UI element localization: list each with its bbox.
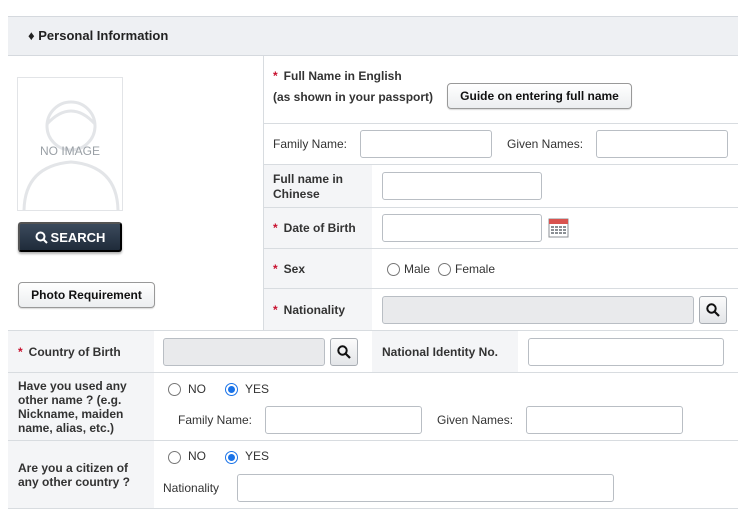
dob-label: * Date of Birth [273, 221, 356, 235]
section-title: ♦ Personal Information [28, 28, 168, 43]
photo-requirement-button[interactable]: Photo Requirement [18, 282, 155, 308]
other-citizen-no-label: NO [188, 449, 206, 463]
nationality-label-text: Nationality [283, 303, 346, 317]
country-of-birth-label: * Country of Birth [18, 345, 121, 359]
nationality-label: * Nationality [273, 303, 345, 317]
given-names-input[interactable] [596, 130, 728, 158]
photo-placeholder: NO IMAGE [17, 77, 123, 211]
country-of-birth-search-button[interactable] [330, 338, 358, 366]
family-name-label: Family Name: [273, 137, 348, 151]
country-of-birth-input[interactable] [163, 338, 325, 366]
chinese-name-label-line2: Chinese [273, 187, 320, 201]
dob-input[interactable] [382, 214, 542, 242]
given-names-label: Given Names: [507, 137, 584, 151]
other-family-name-input[interactable] [265, 406, 422, 434]
chinese-name-label-line1: Full name in [273, 172, 344, 186]
national-id-label: National Identity No. [382, 345, 499, 359]
section-bullet: ♦ [28, 28, 35, 43]
chinese-name-input[interactable] [382, 172, 542, 200]
full-name-label-line1: Full Name in English [283, 69, 402, 83]
nationality-search-button[interactable] [699, 296, 727, 324]
other-name-question-line1: Have you used any [18, 379, 127, 393]
search-icon [337, 345, 351, 359]
other-citizen-question-line2: any other country ? [18, 475, 131, 489]
full-name-label: * Full Name in English [273, 69, 402, 83]
other-family-name-label: Family Name: [178, 413, 253, 427]
other-name-question-line2: other name ? (e.g. [18, 393, 122, 407]
sex-label: * Sex [273, 262, 305, 276]
divider [263, 123, 738, 124]
no-image-text: NO IMAGE [40, 144, 101, 158]
other-name-no-label: NO [188, 382, 206, 396]
other-given-names-input[interactable] [526, 406, 683, 434]
required-marker: * [273, 221, 278, 235]
other-given-names-label: Given Names: [437, 413, 514, 427]
sex-male-radio[interactable] [387, 263, 400, 276]
other-citizen-yes-radio[interactable] [225, 451, 238, 464]
other-name-question-line4: name, alias, etc.) [18, 421, 115, 435]
sex-male-label: Male [404, 262, 431, 276]
required-marker: * [18, 345, 23, 359]
other-name-yes-radio[interactable] [225, 383, 238, 396]
other-nationality-input[interactable] [237, 474, 614, 502]
sex-female-label: Female [455, 262, 496, 276]
dob-label-text: Date of Birth [283, 221, 356, 235]
required-marker: * [273, 69, 278, 83]
other-name-question-line3: Nickname, maiden [18, 407, 124, 421]
required-marker: * [273, 303, 278, 317]
sex-female-radio[interactable] [438, 263, 451, 276]
guide-full-name-button[interactable]: Guide on entering full name [447, 83, 632, 109]
section-header: ♦ Personal Information [8, 16, 738, 56]
other-citizen-question-line1: Are you a citizen of [18, 461, 129, 475]
other-name-no-radio[interactable] [168, 383, 181, 396]
full-name-hint: (as shown in your passport) [273, 90, 434, 104]
other-citizen-no-radio[interactable] [168, 451, 181, 464]
other-name-yes-label: YES [245, 382, 270, 396]
national-id-input[interactable] [528, 338, 724, 366]
search-photo-button[interactable]: SEARCH [18, 222, 122, 252]
other-citizen-yes-label: YES [245, 449, 270, 463]
nationality-input[interactable] [382, 296, 694, 324]
sex-label-text: Sex [283, 262, 306, 276]
section-title-text: Personal Information [38, 28, 169, 43]
family-name-input[interactable] [360, 130, 492, 158]
divider [8, 508, 738, 509]
search-photo-label: SEARCH [50, 229, 106, 245]
required-marker: * [273, 262, 278, 276]
search-icon [706, 303, 720, 317]
country-of-birth-label-text: Country of Birth [28, 345, 121, 359]
search-icon [35, 231, 48, 244]
calendar-icon[interactable] [548, 217, 569, 238]
other-nationality-label: Nationality [163, 481, 220, 495]
